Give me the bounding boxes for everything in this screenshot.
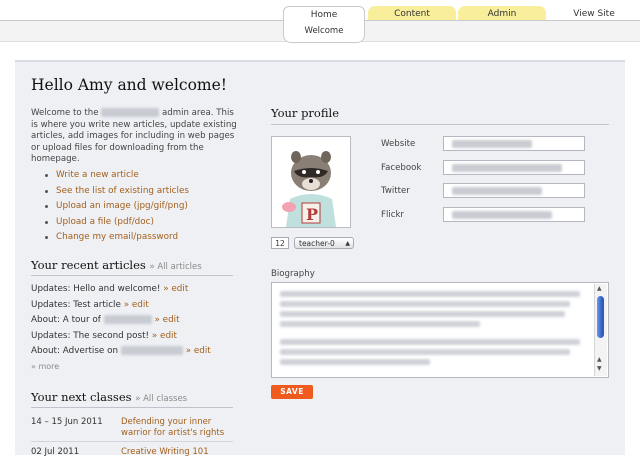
action-list: Write a new article See the list of exis… (45, 168, 189, 246)
list-articles-link[interactable]: See the list of existing articles (45, 184, 189, 200)
biography-textarea[interactable]: ▲ ▲ ▼ (271, 282, 609, 378)
intro-text: Welcome to the admin area. This is where… (31, 108, 237, 165)
edit-link[interactable]: » edit (154, 315, 179, 325)
write-article-link[interactable]: Write a new article (45, 168, 189, 184)
edit-link[interactable]: » edit (163, 284, 188, 294)
upload-file-link[interactable]: Upload a file (pdf/doc) (45, 215, 189, 231)
tab-admin[interactable]: Admin (458, 6, 546, 21)
theme-select[interactable]: teacher-0 ▲ (294, 237, 354, 249)
biography-label: Biography (271, 269, 315, 279)
all-classes-link[interactable]: » All classes (135, 394, 187, 404)
list-item: Updates: Test article » edit (31, 299, 149, 310)
tab-home[interactable]: Home (283, 6, 365, 22)
chevron-down-icon: ▲ (345, 240, 350, 247)
all-articles-link[interactable]: » All articles (149, 262, 201, 272)
recent-articles-list: Updates: Hello and welcome! » edit Updat… (31, 282, 211, 371)
top-nav: Home Content Admin View Site (0, 0, 640, 22)
class-row: 14 – 15 Jun 2011 Defending your inner wa… (31, 417, 233, 442)
scroll-up-icon[interactable]: ▲ (597, 356, 602, 363)
classes-list: 14 – 15 Jun 2011 Defending your inner wa… (31, 417, 233, 461)
main-panel: Hello Amy and welcome! Welcome to the ad… (15, 60, 625, 457)
biography-scrollbar[interactable]: ▲ ▲ ▼ (594, 284, 607, 376)
avatar[interactable]: P (271, 136, 351, 228)
list-item: About: Advertise on » edit (31, 346, 211, 356)
class-row: 02 Jul 2011 Creative Writing 101 (31, 447, 233, 461)
page-title: Hello Amy and welcome! (31, 76, 228, 94)
list-item: Updates: Hello and welcome! » edit (31, 284, 189, 294)
save-button[interactable]: SAVE (271, 385, 313, 399)
sub-nav: Welcome (0, 21, 640, 46)
profile-heading: Your profile (271, 106, 340, 120)
scroll-thumb[interactable] (597, 296, 604, 338)
edit-link[interactable]: » edit (186, 346, 211, 356)
scroll-down-icon[interactable]: ▼ (597, 365, 602, 372)
twitter-field[interactable] (443, 183, 585, 198)
edit-link[interactable]: » edit (152, 331, 177, 341)
upload-image-link[interactable]: Upload an image (jpg/gif/png) (45, 199, 189, 215)
scroll-up-icon[interactable]: ▲ (597, 285, 602, 292)
edit-link[interactable]: » edit (124, 300, 149, 310)
website-field[interactable] (443, 136, 585, 151)
list-item: About: A tour of » edit (31, 315, 180, 325)
change-email-link[interactable]: Change my email/password (45, 230, 189, 246)
flickr-field[interactable] (443, 206, 585, 222)
svg-text:P: P (306, 205, 318, 224)
size-input[interactable]: 12 (271, 237, 289, 249)
site-name-redacted (101, 108, 160, 117)
class-title-link[interactable]: Defending your inner warrior for artist'… (121, 417, 233, 439)
raccoon-avatar-image: P (272, 137, 350, 227)
next-classes-heading: Your next classes » All classes (31, 390, 188, 404)
tab-content[interactable]: Content (368, 6, 456, 21)
list-item: Updates: The second post! » edit (31, 330, 177, 341)
subtab-welcome[interactable]: Welcome (283, 21, 365, 43)
facebook-field[interactable] (443, 159, 585, 175)
class-title-link[interactable]: Creative Writing 101 (121, 447, 233, 458)
recent-articles-heading: Your recent articles » All articles (31, 258, 202, 272)
more-articles-link[interactable]: » more (31, 362, 211, 371)
tab-view-site[interactable]: View Site (558, 6, 630, 21)
